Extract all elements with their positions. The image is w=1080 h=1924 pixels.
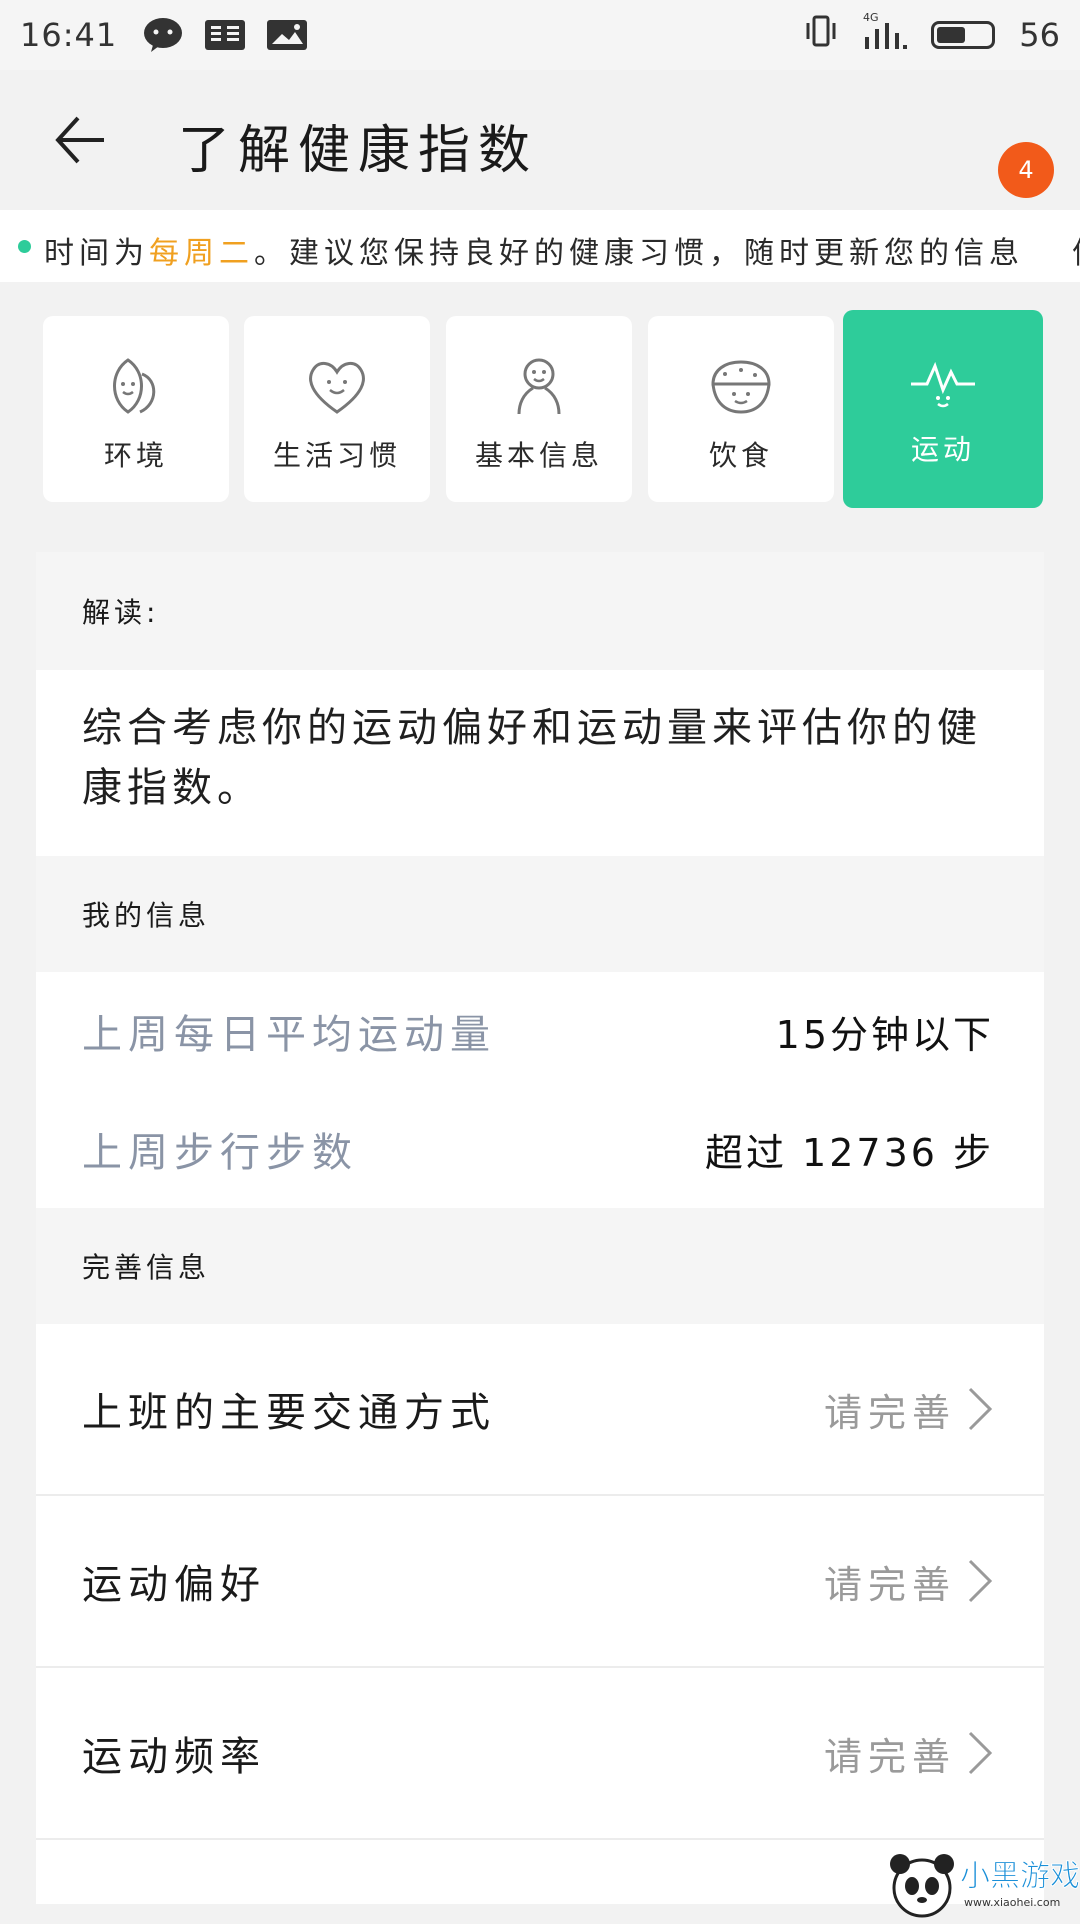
notice-ticker: 时间为每周二。建议您保持良好的健康习惯，随时更新您的信息 信 bbox=[0, 210, 1080, 282]
row-action: 请完善 bbox=[823, 1734, 956, 1779]
tab-diet[interactable]: 饮食 bbox=[648, 316, 834, 502]
person-icon bbox=[517, 358, 561, 415]
row-label: 上班的主要交通方式 bbox=[82, 1390, 496, 1436]
page-title: 了解健康指数 bbox=[178, 121, 539, 181]
ticker-highlight: 每周二 bbox=[149, 236, 254, 271]
tab-basic-info[interactable]: 基本信息 bbox=[446, 316, 632, 502]
interpretation-text: 综合考虑你的运动偏好和运动量来评估你的健康指数。 bbox=[82, 705, 982, 811]
back-button[interactable] bbox=[52, 112, 112, 168]
book-icon bbox=[205, 17, 246, 53]
interpretation-heading: 解读: bbox=[36, 552, 1044, 670]
row-exercise-frequency[interactable]: 运动频率 请完善 bbox=[36, 1668, 1044, 1840]
tab-lifestyle[interactable]: 生活习惯 bbox=[244, 316, 430, 502]
svg-text:www.xiaohei.com: www.xiaohei.com bbox=[964, 1896, 1060, 1909]
app-bar: 了解健康指数 4 bbox=[0, 70, 1080, 210]
arrow-left-icon bbox=[55, 116, 104, 164]
my-info-list: 上周每日平均运动量 15分钟以下 上周步行步数 超过 12736 步 bbox=[36, 972, 1044, 1208]
row-exercise-preference[interactable]: 运动偏好 请完善 bbox=[36, 1496, 1044, 1668]
my-info-heading: 我的信息 bbox=[36, 856, 1044, 972]
watermark-logo: 小黑游戏 www.xiaohei.com bbox=[880, 1848, 1080, 1920]
image-message-icon bbox=[267, 17, 308, 53]
info-label: 上周每日平均运动量 bbox=[82, 1012, 496, 1058]
signal-icon: 4G bbox=[863, 11, 908, 59]
info-label: 上周步行步数 bbox=[82, 1130, 358, 1176]
tab-label: 运动 bbox=[910, 433, 975, 466]
interpretation-card: 综合考虑你的运动偏好和运动量来评估你的健康指数。 bbox=[36, 670, 1044, 856]
complete-info-heading: 完善信息 bbox=[36, 1208, 1044, 1324]
info-value: 15分钟以下 bbox=[775, 1012, 994, 1057]
ticker-text: 时间为每周二。建议您保持良好的健康习惯，随时更新您的信息 bbox=[44, 236, 1024, 271]
chevron-right-icon bbox=[968, 1387, 993, 1431]
info-row-avg-exercise: 上周每日平均运动量 15分钟以下 bbox=[36, 972, 1044, 1090]
status-bar: 16:41 4G 56 bbox=[0, 0, 1080, 70]
chat-bubble-icon bbox=[143, 17, 183, 53]
chevron-right-icon bbox=[968, 1559, 993, 1603]
svg-text:小黑游戏: 小黑游戏 bbox=[960, 1859, 1080, 1894]
row-commute-mode[interactable]: 上班的主要交通方式 请完善 bbox=[36, 1324, 1044, 1496]
tab-label: 生活习惯 bbox=[272, 439, 401, 472]
leaf-face-icon bbox=[113, 358, 156, 414]
chevron-right-icon bbox=[968, 1731, 993, 1775]
heart-face-icon bbox=[309, 362, 365, 414]
battery-icon bbox=[931, 21, 996, 49]
row-action: 请完善 bbox=[823, 1562, 956, 1607]
tab-label: 环境 bbox=[103, 439, 168, 472]
tab-label: 基本信息 bbox=[474, 439, 603, 472]
complete-info-list: 上班的主要交通方式 请完善 运动偏好 请完善 运动频率 请完善 bbox=[36, 1324, 1044, 1904]
svg-text:4G: 4G bbox=[863, 11, 879, 24]
tab-label: 饮食 bbox=[708, 439, 773, 472]
row-label: 运动频率 bbox=[82, 1734, 266, 1780]
status-time: 16:41 bbox=[20, 16, 118, 54]
info-row-steps: 上周步行步数 超过 12736 步 bbox=[36, 1090, 1044, 1208]
vibrate-icon bbox=[803, 13, 839, 57]
pulse-face-icon bbox=[911, 361, 975, 408]
bowl-face-icon bbox=[711, 360, 771, 414]
battery-level: 56 bbox=[1019, 16, 1060, 54]
category-tabs: 环境 生活习惯 基本信息 饮食 运动 bbox=[0, 310, 1080, 510]
info-value: 超过 12736 步 bbox=[704, 1130, 994, 1175]
tab-exercise[interactable]: 运动 bbox=[843, 310, 1043, 508]
tab-environment[interactable]: 环境 bbox=[43, 316, 229, 502]
ticker-tail: 信 bbox=[1072, 228, 1080, 272]
notification-badge: 4 bbox=[998, 142, 1054, 198]
ticker-dot-icon bbox=[18, 240, 31, 253]
row-action: 请完善 bbox=[823, 1390, 956, 1435]
row-label: 运动偏好 bbox=[82, 1562, 266, 1608]
